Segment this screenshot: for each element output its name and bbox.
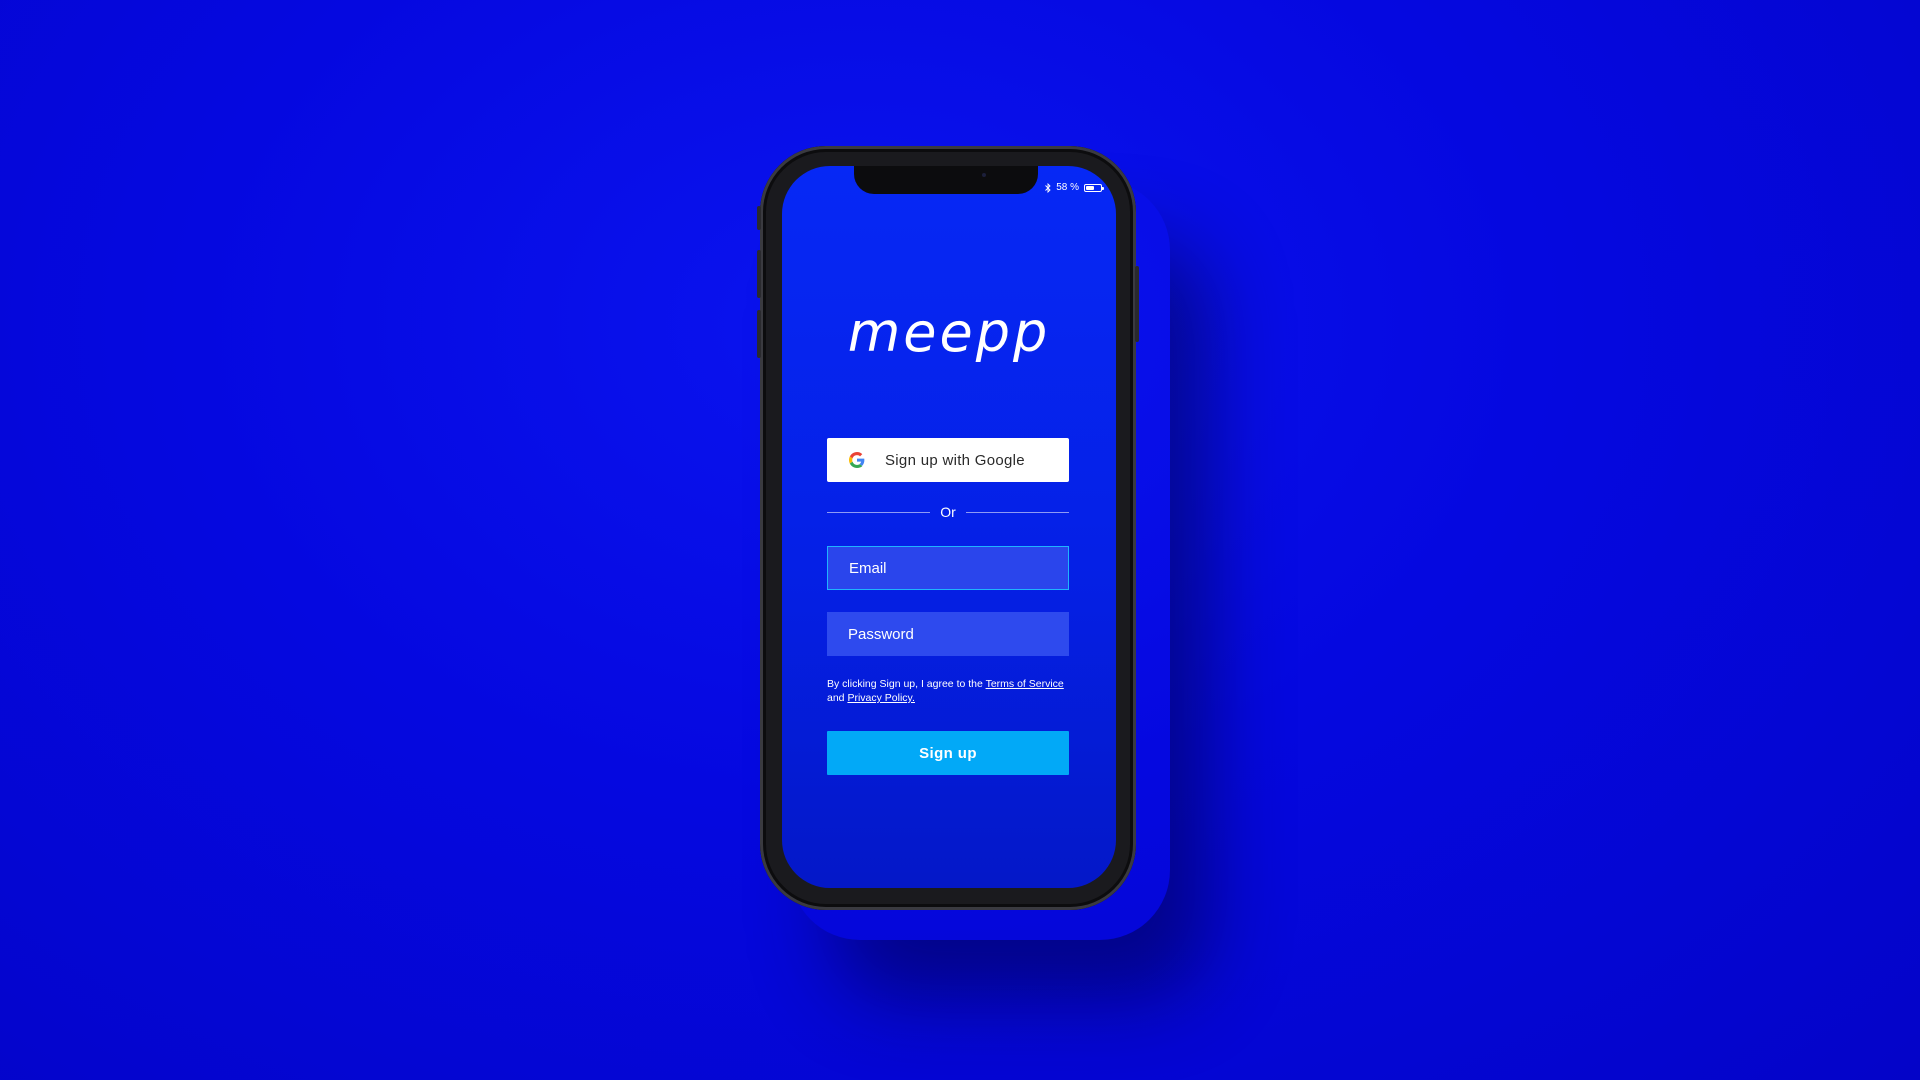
terms-of-service-link[interactable]: Terms of Service: [986, 678, 1064, 690]
bluetooth-icon: [1045, 182, 1051, 193]
silent-switch: [757, 206, 761, 230]
app-logo: meepp: [847, 301, 1051, 364]
google-signup-button[interactable]: Sign up with Google: [827, 438, 1069, 482]
google-icon: [849, 452, 865, 468]
terms-conjunction: and: [827, 692, 848, 704]
divider-line-right: [965, 511, 1069, 513]
status-bar: 58 %: [1045, 182, 1104, 193]
sign-up-button[interactable]: Sign up: [827, 731, 1069, 775]
notch: [854, 166, 1038, 194]
battery-icon: [1084, 183, 1104, 192]
terms-notice: By clicking Sign up, I agree to the Term…: [827, 677, 1077, 705]
battery-fill: [1086, 185, 1095, 190]
divider-line-left: [827, 511, 931, 513]
password-field[interactable]: Password: [827, 612, 1069, 656]
google-signup-label: Sign up with Google: [885, 451, 1025, 469]
privacy-policy-link[interactable]: Privacy Policy.: [847, 692, 915, 704]
phone-screen: 58 % meepp Sign up with Google Or Email …: [782, 166, 1116, 888]
power-button: [1135, 266, 1139, 342]
terms-prefix: By clicking Sign up, I agree to the: [827, 678, 986, 690]
battery-percentage: 58 %: [1056, 182, 1079, 193]
battery-tip: [1102, 186, 1104, 190]
camera-dot: [982, 173, 986, 177]
volume-down-button: [757, 310, 761, 358]
volume-up-button: [757, 250, 761, 298]
email-field[interactable]: Email: [827, 546, 1069, 590]
divider-label: Or: [940, 504, 956, 520]
or-divider: Or: [827, 504, 1069, 520]
